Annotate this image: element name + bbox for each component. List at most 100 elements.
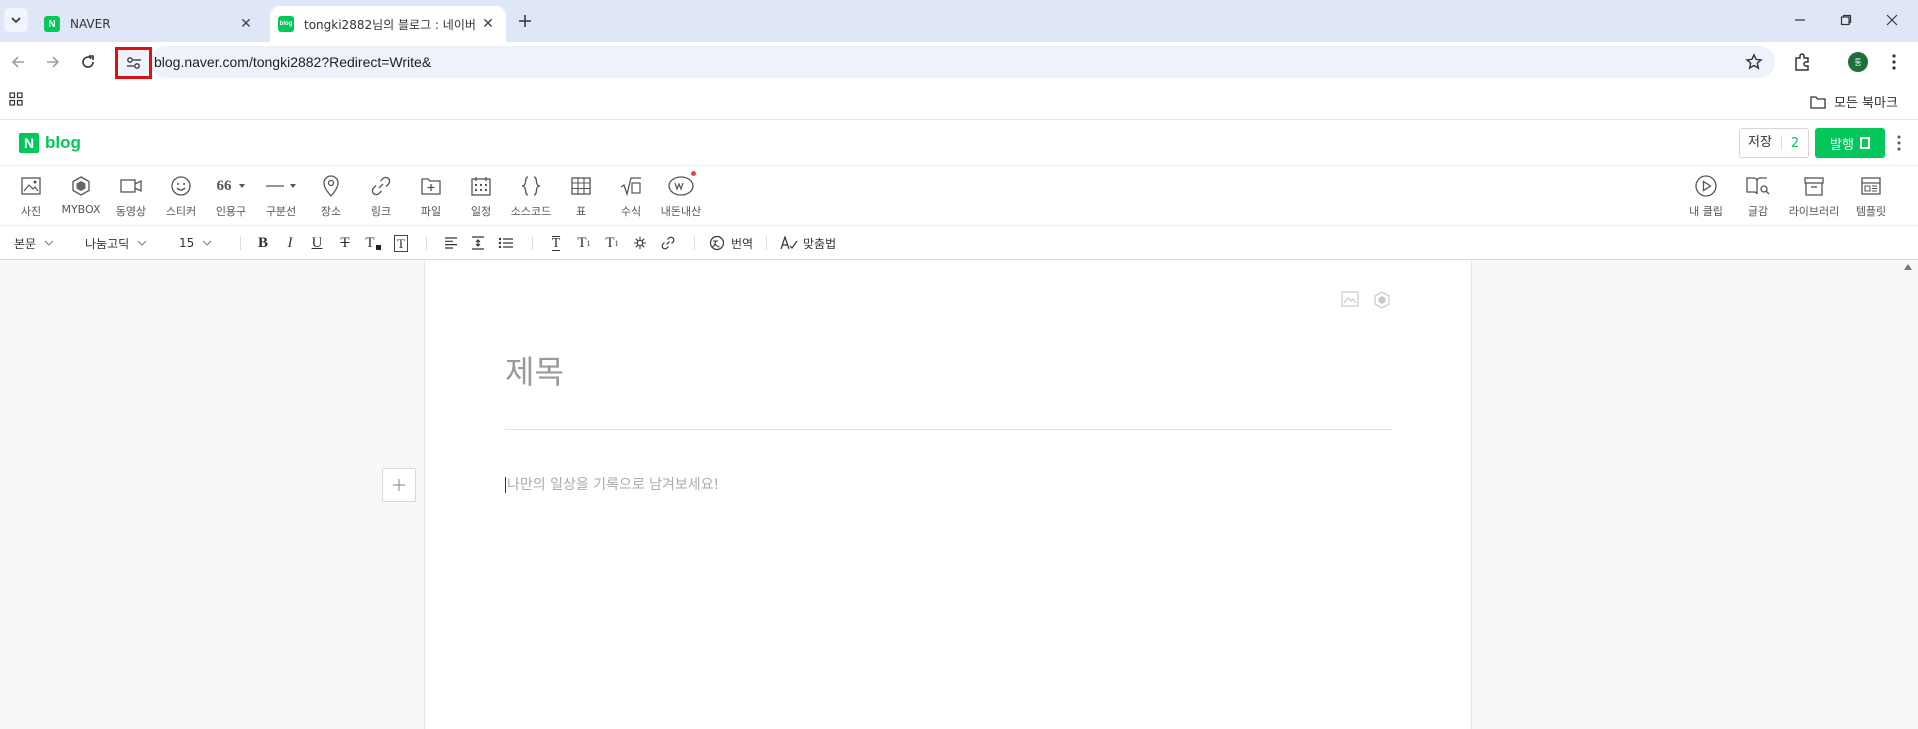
close-icon[interactable]: ✕ <box>478 14 498 34</box>
underline-icon[interactable]: U <box>306 233 328 253</box>
source-code-icon <box>520 173 542 199</box>
divider-icon <box>265 173 297 199</box>
naver-blog-logo[interactable]: N blog <box>19 133 81 153</box>
toolbar-divider <box>240 236 241 250</box>
video-icon <box>119 173 143 199</box>
more-vertical-icon <box>1892 54 1896 70</box>
puzzle-icon <box>1795 53 1809 71</box>
font-size-select[interactable]: 15 <box>179 233 212 253</box>
paragraph-style-select[interactable]: 본문 <box>14 233 54 253</box>
spellcheck-icon <box>780 235 798 250</box>
insert-schedule-button[interactable]: 일정 <box>453 173 509 219</box>
back-button[interactable] <box>6 50 30 74</box>
title-placeholder[interactable]: 제목 <box>505 347 564 393</box>
italic-icon[interactable]: I <box>279 233 301 253</box>
insert-my-money-button[interactable]: 내돈내산 <box>653 171 709 219</box>
blog-favicon-icon: blog <box>278 16 294 32</box>
extensions-button[interactable] <box>1793 52 1813 72</box>
tab-naver[interactable]: N NAVER ✕ <box>36 6 264 42</box>
bookmark-star-icon[interactable] <box>1745 53 1763 71</box>
list-icon[interactable] <box>495 233 517 253</box>
letter-spacing-icon[interactable]: T <box>545 233 567 253</box>
special-character-icon[interactable] <box>629 233 651 253</box>
insert-table-button[interactable]: 표 <box>553 173 609 219</box>
close-window-button[interactable] <box>1872 8 1912 32</box>
site-info-button[interactable] <box>115 47 152 79</box>
insert-place-button[interactable]: 장소 <box>303 173 359 219</box>
bookmarks-bar: 모든 북마크 <box>0 82 1918 120</box>
insert-sticker-button[interactable]: 스티커 <box>153 173 209 219</box>
chevron-down-icon <box>137 240 147 246</box>
cover-mybox-icon[interactable] <box>1373 291 1391 309</box>
restore-button[interactable] <box>1826 8 1866 32</box>
chevron-down-icon <box>44 240 54 246</box>
save-button[interactable]: 저장 2 <box>1739 128 1809 158</box>
text-background-icon[interactable]: T <box>390 233 412 253</box>
editor-header: N blog 저장 2 발행 <box>0 121 1918 166</box>
publish-button[interactable]: 발행 <box>1815 128 1885 158</box>
close-icon[interactable]: ✕ <box>236 14 256 34</box>
caret-down-icon <box>238 184 245 188</box>
insert-link-button[interactable]: 링크 <box>353 173 409 219</box>
insert-toolbar: 사진 MYBOX 동영상 스티커 66 인용구 구분선 장소 링크 파일 일정 … <box>0 167 1918 226</box>
tab-blog[interactable]: blog tongki2882님의 블로그 : 네이버 ✕ <box>270 6 506 42</box>
insert-source-code-button[interactable]: 소스코드 <box>503 173 559 219</box>
address-bar[interactable]: blog.naver.com/tongki2882?Redirect=Write… <box>150 46 1775 78</box>
blog-logo-text: blog <box>45 133 81 152</box>
superscript-icon[interactable]: T1 <box>573 233 595 253</box>
insert-formula-button[interactable]: 수식 <box>603 173 659 219</box>
mybox-icon <box>70 173 92 199</box>
material-button[interactable]: 글감 <box>1730 173 1786 219</box>
bold-icon[interactable]: B <box>252 233 274 253</box>
scroll-up-arrow[interactable] <box>1904 264 1912 270</box>
body-editor[interactable]: 나만의 일상을 기록으로 남겨보세요! <box>505 474 719 494</box>
sticker-icon <box>170 173 192 199</box>
save-count[interactable]: 2 <box>1782 136 1799 151</box>
template-button[interactable]: 템플릿 <box>1843 173 1899 219</box>
library-button[interactable]: 라이브러리 <box>1786 173 1842 219</box>
font-family-select[interactable]: 나눔고딕 <box>85 233 147 253</box>
place-icon <box>321 173 341 199</box>
minimize-button[interactable] <box>1780 8 1820 32</box>
forward-button[interactable] <box>41 50 65 74</box>
strikethrough-icon[interactable]: T <box>334 233 356 253</box>
url-text[interactable]: blog.naver.com/tongki2882?Redirect=Write… <box>154 54 431 70</box>
tune-icon <box>126 57 141 69</box>
browser-menu-button[interactable] <box>1884 52 1904 72</box>
format-toolbar: 본문 나눔고딕 15 B I U T T T T T1 T1 번역 맞춤법 <box>0 226 1918 260</box>
text-color-icon[interactable]: T <box>362 233 384 253</box>
naver-favicon-icon: N <box>44 16 60 32</box>
new-tab-button[interactable] <box>514 10 536 32</box>
insert-file-button[interactable]: 파일 <box>403 173 459 219</box>
insert-photo-button[interactable]: 사진 <box>3 173 59 219</box>
align-left-icon[interactable] <box>440 233 462 253</box>
reload-button[interactable] <box>76 50 100 74</box>
clip-icon <box>1694 173 1718 199</box>
arrow-left-icon <box>11 56 24 68</box>
line-height-icon[interactable] <box>467 233 489 253</box>
insert-quote-button[interactable]: 66 인용구 <box>203 173 259 219</box>
subscript-icon[interactable]: T1 <box>601 233 623 253</box>
tab-search-button[interactable] <box>4 8 28 32</box>
all-bookmarks-folder[interactable]: 모든 북마크 <box>1810 92 1898 111</box>
plus-icon <box>393 479 405 491</box>
insert-video-button[interactable]: 동영상 <box>103 173 159 219</box>
insert-mybox-button[interactable]: MYBOX <box>53 173 109 216</box>
toolbar-divider <box>426 236 427 250</box>
profile-avatar[interactable]: 통 <box>1848 52 1868 72</box>
photo-icon <box>20 173 42 199</box>
link-icon[interactable] <box>657 233 679 253</box>
spellcheck-button[interactable]: 맞춤법 <box>780 233 836 253</box>
header-more-button[interactable] <box>1896 134 1902 152</box>
link-icon <box>370 173 392 199</box>
add-component-button[interactable] <box>382 468 416 502</box>
translate-button[interactable]: 번역 <box>709 233 753 253</box>
apps-grid-icon[interactable] <box>9 92 23 106</box>
calendar-icon <box>470 173 492 199</box>
translate-icon <box>709 235 725 251</box>
my-clip-button[interactable]: 내 클립 <box>1678 173 1734 219</box>
insert-divider-button[interactable]: 구분선 <box>253 173 309 219</box>
my-money-icon <box>667 171 696 199</box>
cover-image-icon[interactable] <box>1341 291 1359 309</box>
restore-icon <box>1840 14 1852 26</box>
